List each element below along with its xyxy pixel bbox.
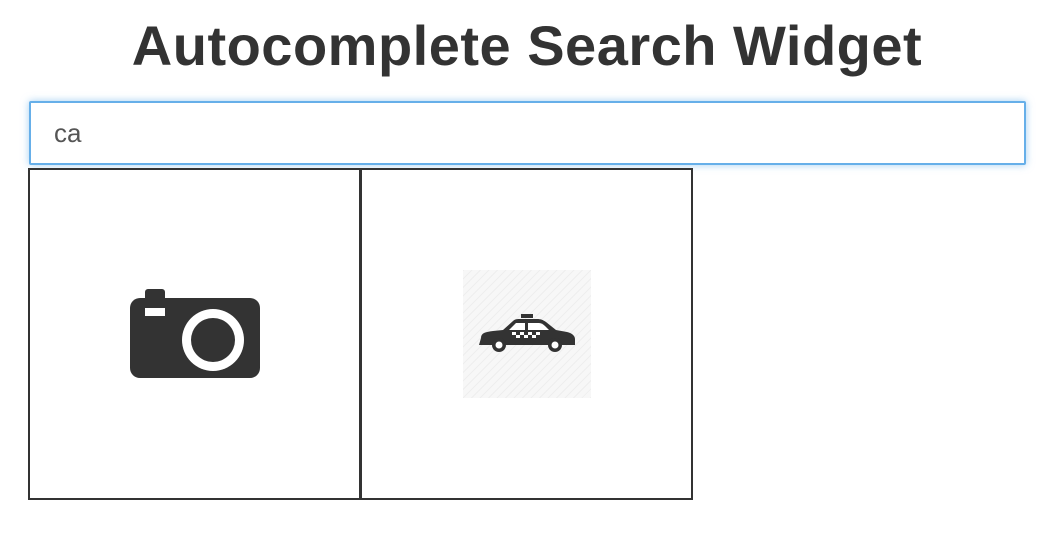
taxi-car-icon xyxy=(478,314,575,352)
result-tile-camera[interactable] xyxy=(28,168,361,500)
taxi-thumbnail xyxy=(462,270,591,398)
results-grid xyxy=(28,168,693,500)
search-input[interactable] xyxy=(29,101,1026,165)
result-tile-taxi[interactable] xyxy=(360,168,693,500)
camera-icon xyxy=(129,289,260,378)
page-title: Autocomplete Search Widget xyxy=(131,14,923,77)
